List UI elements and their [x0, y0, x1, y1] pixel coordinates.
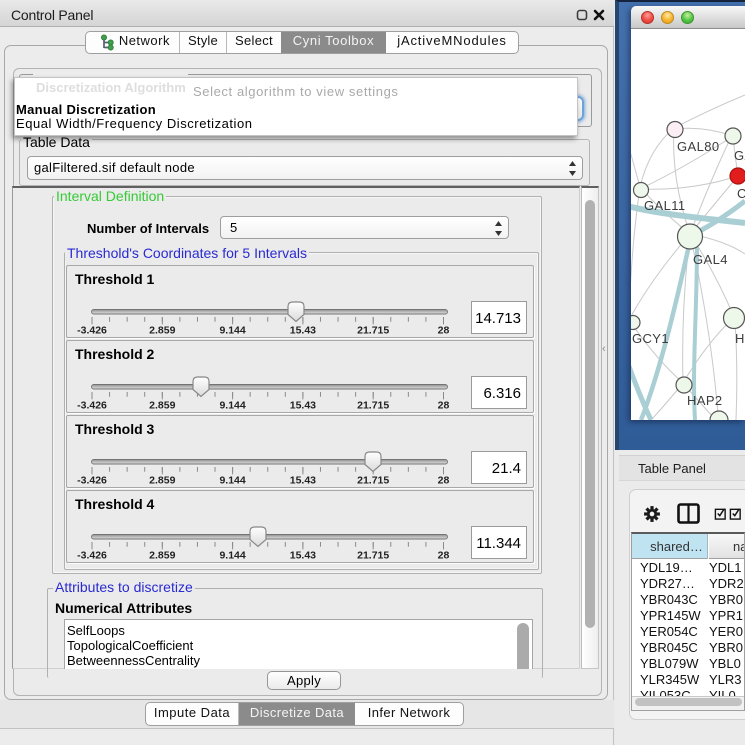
svg-text:15.43: 15.43 — [290, 400, 316, 412]
svg-text:21.715: 21.715 — [357, 550, 389, 562]
svg-text:21.715: 21.715 — [357, 400, 389, 412]
svg-text:GA: GA — [734, 148, 745, 163]
svg-text:21.715: 21.715 — [357, 475, 389, 487]
svg-text:C: C — [737, 186, 745, 201]
svg-text:9.144: 9.144 — [219, 400, 245, 412]
svg-text:GAL80: GAL80 — [677, 139, 719, 154]
svg-text:2.859: 2.859 — [149, 400, 175, 412]
svg-text:9.144: 9.144 — [219, 325, 245, 337]
svg-text:28: 28 — [438, 475, 450, 487]
svg-text:15.43: 15.43 — [290, 475, 316, 487]
svg-text:28: 28 — [438, 325, 450, 337]
svg-text:GAL11: GAL11 — [644, 198, 686, 213]
svg-text:28: 28 — [438, 550, 450, 562]
svg-text:15.43: 15.43 — [290, 550, 316, 562]
svg-text:-3.426: -3.426 — [77, 400, 107, 412]
svg-text:9.144: 9.144 — [219, 550, 245, 562]
svg-text:15.43: 15.43 — [290, 325, 316, 337]
svg-text:HAP2: HAP2 — [687, 393, 723, 408]
svg-text:2.859: 2.859 — [149, 325, 175, 337]
svg-text:28: 28 — [438, 400, 450, 412]
svg-text:GCY1: GCY1 — [632, 331, 669, 346]
svg-text:-3.426: -3.426 — [77, 475, 107, 487]
svg-text:2.859: 2.859 — [149, 475, 175, 487]
svg-text:H: H — [735, 331, 745, 346]
svg-text:2.859: 2.859 — [149, 550, 175, 562]
svg-text:9.144: 9.144 — [219, 475, 245, 487]
svg-text:21.715: 21.715 — [357, 325, 389, 337]
svg-text:-3.426: -3.426 — [77, 325, 107, 337]
svg-text:GAL4: GAL4 — [693, 252, 728, 267]
svg-text:-3.426: -3.426 — [77, 550, 107, 562]
